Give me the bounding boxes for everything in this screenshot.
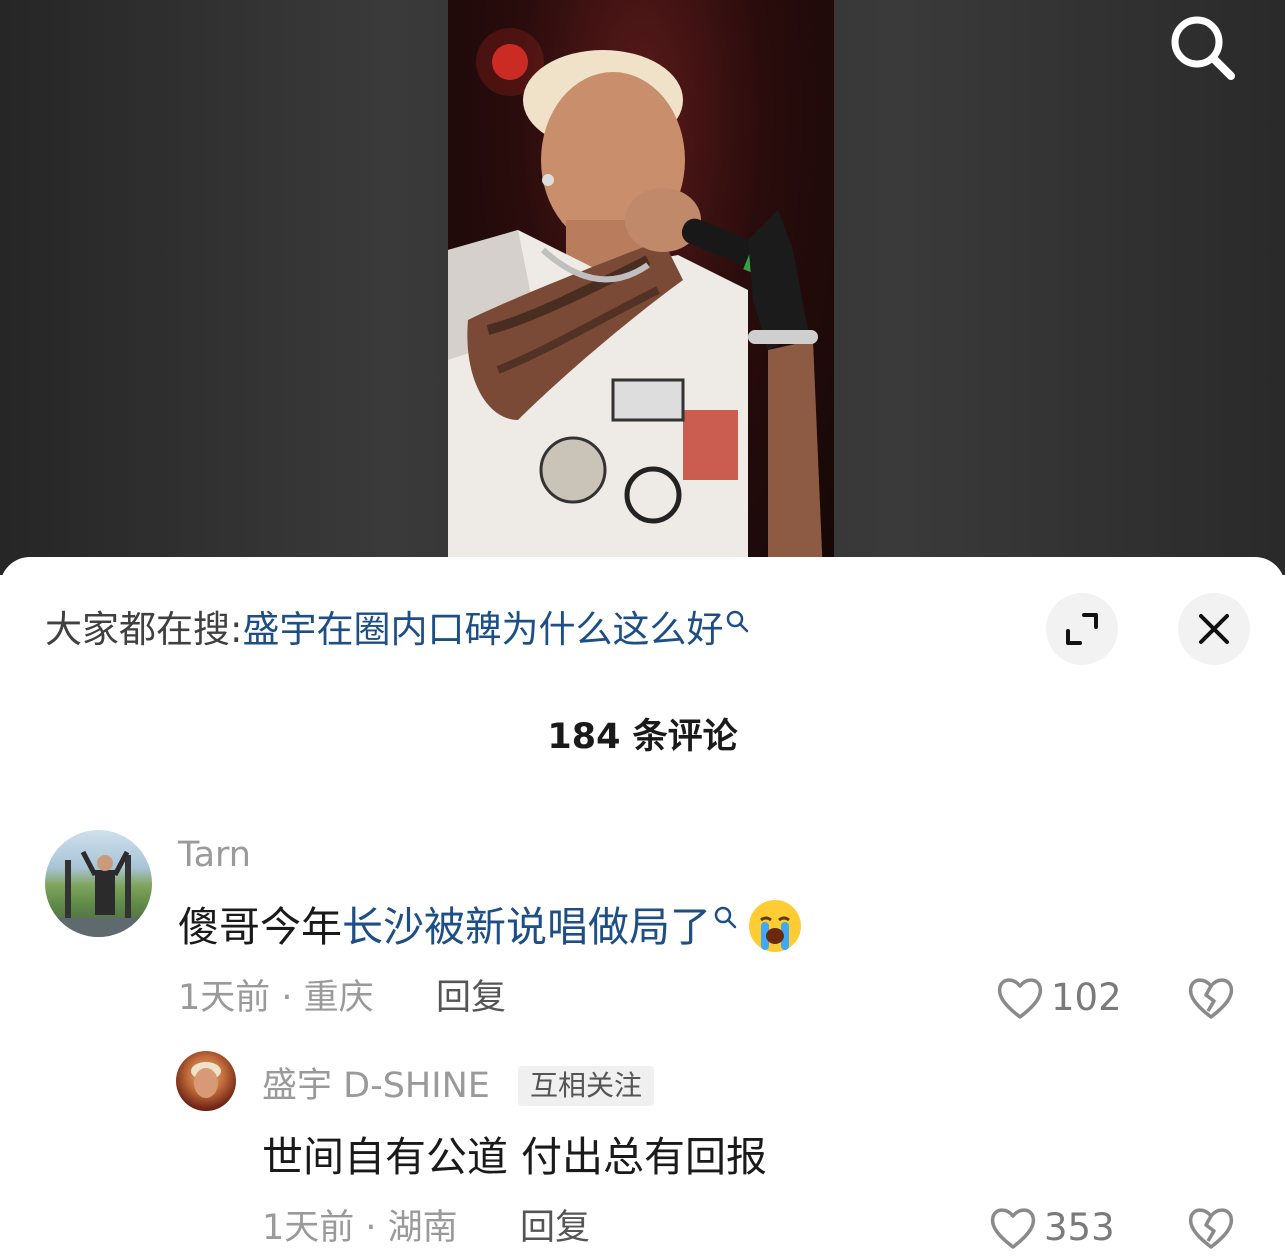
broken-heart-icon: [1188, 1208, 1234, 1249]
close-icon: [1199, 614, 1229, 644]
performer-illustration: [448, 28, 823, 575]
reply-like-count: 353: [1044, 1206, 1115, 1249]
search-suggestion[interactable]: 大家都在搜:盛宇在圈内口碑为什么这么好: [45, 607, 751, 653]
reply-dislike-button[interactable]: [1186, 1203, 1236, 1257]
video-frame-performer: [448, 0, 834, 575]
link-search-icon: [714, 906, 737, 929]
avatar[interactable]: [45, 830, 152, 937]
like-button[interactable]: 102: [995, 973, 1122, 1023]
comment-sheet: 大家都在搜:盛宇在圈内口碑为什么这么好 184 条评论 Tarn 傻哥今年长沙被…: [0, 557, 1285, 1257]
video-player[interactable]: [0, 0, 1285, 575]
heart-icon: [990, 1208, 1036, 1249]
reply-avatar[interactable]: [176, 1051, 236, 1111]
heart-icon: [997, 978, 1043, 1019]
search-icon: [1171, 16, 1235, 80]
reply-meta: 1天前 · 湖南: [262, 1208, 458, 1248]
expand-button[interactable]: [1046, 593, 1118, 665]
loudly-crying-face-icon: [749, 900, 801, 952]
search-suggestion-prefix: 大家都在搜:: [45, 608, 243, 651]
search-suggestion-icon: [727, 610, 749, 633]
mutual-follow-badge: 互相关注: [518, 1066, 655, 1106]
dislike-button[interactable]: [1186, 973, 1236, 1027]
reply-like-button[interactable]: 353: [988, 1203, 1115, 1253]
broken-heart-icon: [1188, 978, 1234, 1019]
comment-text: 傻哥今年长沙被新说唱做局了: [178, 900, 803, 958]
reply-button[interactable]: 回复: [436, 976, 506, 1020]
comment-count-title: 184 条评论: [547, 717, 738, 757]
comment-username[interactable]: Tarn: [178, 833, 251, 877]
close-button[interactable]: [1178, 593, 1250, 665]
comment-text-link[interactable]: 长沙被新说唱做局了: [342, 903, 711, 951]
comment-meta: 1天前 · 重庆: [178, 978, 374, 1018]
expand-icon: [1066, 613, 1098, 645]
search-suggestion-query[interactable]: 盛宇在圈内口碑为什么这么好: [242, 608, 723, 651]
reply-username[interactable]: 盛宇 D-SHINE: [262, 1064, 490, 1108]
like-count: 102: [1051, 976, 1122, 1019]
search-button[interactable]: [1165, 10, 1239, 84]
reply-reply-button[interactable]: 回复: [520, 1206, 590, 1250]
comment-text-plain: 傻哥今年: [178, 903, 342, 951]
reply-text: 世间自有公道 付出总有回报: [262, 1133, 768, 1181]
